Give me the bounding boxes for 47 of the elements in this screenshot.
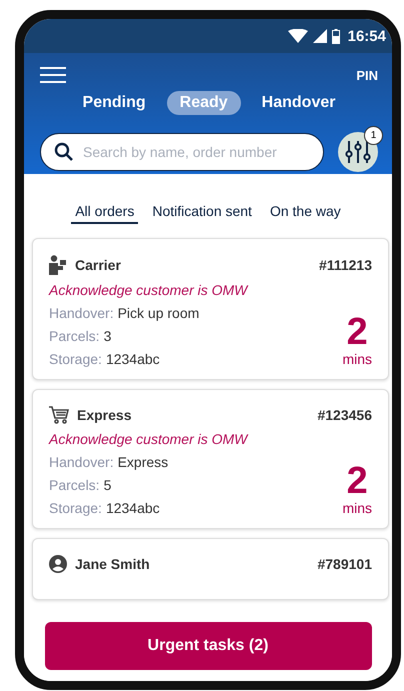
order-type: Jane Smith	[75, 556, 150, 572]
field-label: Handover:	[49, 454, 114, 470]
field-label: Storage:	[49, 351, 102, 367]
order-card[interactable]: Carrier #111213 Acknowledge customer is OMW Handover: Pick up room Parcels: 3 Storage: 1234abc 2 mins	[32, 238, 389, 380]
order-number: #111213	[319, 257, 372, 273]
menu-icon[interactable]	[40, 67, 66, 83]
status-tab[interactable]: Pending	[70, 91, 159, 115]
carrier-icon	[49, 255, 67, 275]
time-unit: mins	[342, 351, 372, 367]
search-icon	[54, 142, 74, 162]
filter-tab[interactable]: All orders	[71, 202, 138, 224]
filter-button[interactable]	[338, 132, 378, 172]
field-value: 1234abc	[106, 351, 160, 367]
sliders-icon	[345, 140, 371, 164]
order-number: #789101	[317, 556, 372, 572]
wait-time: 2	[346, 313, 368, 351]
field-label: Parcels:	[49, 477, 100, 493]
battery-icon	[332, 28, 340, 44]
order-type: Express	[77, 407, 132, 423]
filter-tab[interactable]: Notification sent	[148, 202, 256, 224]
field-label: Handover:	[49, 305, 114, 321]
field-value: 1234abc	[106, 500, 160, 516]
filter-tab[interactable]: On the way	[266, 202, 345, 224]
order-card[interactable]: Express #123456 Acknowledge customer is OMW Handover: Express Parcels: 5 Storage: 1234abc 2 mins	[32, 389, 389, 529]
cart-icon	[49, 406, 69, 424]
time-unit: mins	[342, 500, 372, 516]
task-text: Acknowledge customer is OMW	[49, 282, 250, 298]
clock-time: 16:54	[348, 28, 386, 44]
task-text: Acknowledge customer is OMW	[49, 431, 250, 447]
order-card[interactable]: Jane Smith #789101	[32, 538, 389, 600]
search-field[interactable]: Search by name, order number	[40, 133, 324, 171]
field-label: Storage:	[49, 500, 102, 516]
urgent-tasks-button[interactable]: Urgent tasks (2)	[44, 622, 372, 670]
filter-count-badge: 1	[364, 126, 383, 145]
status-tab[interactable]: Handover	[248, 91, 348, 115]
field-value: Pick up room	[118, 305, 200, 321]
pin-button[interactable]: PIN	[356, 68, 378, 82]
wifi-icon	[288, 29, 308, 43]
field-label: Parcels:	[49, 328, 100, 344]
user-icon	[49, 555, 67, 573]
field-value: Express	[118, 454, 168, 470]
signal-icon	[312, 29, 327, 43]
order-type: Carrier	[75, 257, 121, 273]
wait-time: 2	[346, 462, 368, 500]
order-number: #123456	[317, 407, 372, 423]
field-value: 5	[104, 477, 112, 493]
field-value: 3	[104, 328, 112, 344]
